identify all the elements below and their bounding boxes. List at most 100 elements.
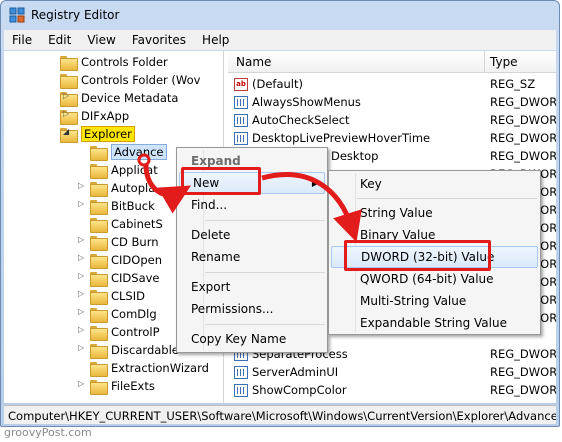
menu-separator <box>357 198 537 199</box>
binary-value-icon <box>234 131 248 145</box>
column-header-name[interactable]: Name <box>236 55 271 69</box>
menu-item-delete[interactable]: Delete <box>177 224 327 246</box>
value-name: (Default) <box>252 77 303 91</box>
menu-view[interactable]: View <box>79 33 123 47</box>
value-row[interactable]: ShowCompColor REG_DWORD <box>228 381 556 399</box>
menu-item-label: Expandable String Value <box>360 316 507 330</box>
value-name: AlwaysShowMenus <box>252 95 361 109</box>
expand-arrow-icon[interactable]: ▷ <box>78 379 84 388</box>
menu-bar: File Edit View Favorites Help <box>4 30 556 50</box>
binary-value-icon <box>234 95 248 109</box>
submenu-item-qword-value[interactable]: QWORD (64-bit) Value <box>329 268 540 290</box>
registry-editor-icon <box>9 7 25 23</box>
expand-arrow-icon[interactable]: ▷ <box>78 343 84 352</box>
tree-item-label: FileExts <box>111 379 155 393</box>
tree-item-label: CIDSave <box>111 271 160 285</box>
expand-arrow-icon[interactable]: ▷ <box>78 235 84 244</box>
folder-icon <box>60 73 78 89</box>
submenu-arrow-icon: ▶ <box>311 178 318 188</box>
expand-arrow-icon[interactable]: ▷ <box>78 181 84 190</box>
expand-arrow-icon[interactable]: ▷ <box>78 253 84 262</box>
tree-item[interactable]: ComDlg <box>90 305 157 323</box>
tree-item[interactable]: CIDOpen <box>90 251 162 269</box>
value-row[interactable]: AlwaysShowMenus REG_DWORD <box>228 93 556 111</box>
value-type: REG_DWORD <box>490 347 556 361</box>
tree-item[interactable]: FileExts <box>90 377 155 395</box>
title-bar[interactable]: Registry Editor <box>1 1 559 29</box>
submenu-item-expandable-string-value[interactable]: Expandable String Value <box>329 312 540 334</box>
value-type: REG_SZ <box>490 77 536 91</box>
tree-item-label: Autopla <box>111 181 156 195</box>
expand-arrow-icon[interactable]: ▷ <box>78 199 84 208</box>
tree-item-label: ComDlg <box>111 307 157 321</box>
tree-item[interactable]: ExtractionWizard <box>90 359 209 377</box>
collapse-arrow-icon[interactable]: ◢ <box>63 127 73 136</box>
menu-item-export[interactable]: Export <box>177 276 327 298</box>
tree-item-label: CIDOpen <box>111 253 162 267</box>
tree-item[interactable]: Controls Folder (Wov <box>60 71 200 89</box>
tree-item[interactable]: BitBuck <box>90 197 155 215</box>
menu-item-permissions[interactable]: Permissions... <box>177 298 327 320</box>
menu-item-find[interactable]: Find... <box>177 194 327 216</box>
expand-arrow-icon[interactable]: ▷ <box>63 91 73 100</box>
tree-item[interactable]: CLSID <box>90 287 145 305</box>
value-row[interactable]: DesktopLivePreviewHoverTime REG_DWORD <box>228 129 556 147</box>
window-title: Registry Editor <box>31 8 120 22</box>
tree-item-label: Explorer <box>81 126 135 142</box>
tree-item[interactable]: ControlP <box>90 323 160 341</box>
tree-item[interactable]: CabinetS <box>90 215 163 233</box>
submenu-item-string-value[interactable]: String Value <box>329 202 540 224</box>
tree-item[interactable]: CIDSave <box>90 269 160 287</box>
menu-file[interactable]: File <box>4 33 40 47</box>
value-row[interactable]: ServerAdminUI REG_DWORD <box>228 363 556 381</box>
column-header-type[interactable]: Type <box>490 55 518 69</box>
tree-item-label: Discardable <box>111 343 179 357</box>
submenu-item-key[interactable]: Key <box>329 173 540 195</box>
tree-item-label: Device Metadata <box>81 91 179 105</box>
value-type: REG_DWORD <box>490 131 556 145</box>
folder-icon <box>90 325 108 341</box>
status-bar: Computer\HKEY_CURRENT_USER\Software\Micr… <box>4 405 556 424</box>
menu-favorites[interactable]: Favorites <box>124 33 194 47</box>
tree-item[interactable]: Controls Folder <box>60 53 168 71</box>
tree-item-label: ControlP <box>111 325 160 339</box>
menu-separator <box>205 324 325 325</box>
value-type: REG_DWORD <box>490 95 556 109</box>
expand-arrow-icon[interactable]: ▷ <box>78 325 84 334</box>
binary-value-icon <box>234 113 248 127</box>
tree-item-advanced[interactable]: Advance <box>90 143 167 161</box>
value-name: DesktopLivePreviewHoverTime <box>252 131 431 145</box>
expand-arrow-icon[interactable]: ▷ <box>78 271 84 280</box>
string-value-icon: ab <box>234 77 248 91</box>
menu-item-label: Key <box>360 177 382 191</box>
tree-item-label: BitBuck <box>111 199 155 213</box>
status-path: Computer\HKEY_CURRENT_USER\Software\Micr… <box>8 409 556 423</box>
value-row[interactable]: AutoCheckSelect REG_DWORD <box>228 111 556 129</box>
folder-icon <box>90 145 108 161</box>
tree-item[interactable]: Device Metadata <box>60 89 178 107</box>
menu-edit[interactable]: Edit <box>40 33 79 47</box>
menu-item-label: Expand <box>191 154 241 168</box>
tree-item[interactable]: Applicat <box>90 161 158 179</box>
annotation-box-dword <box>344 240 491 271</box>
menu-item-rename[interactable]: Rename <box>177 246 327 268</box>
tree-item-label: Advance <box>111 144 167 160</box>
menu-help[interactable]: Help <box>194 33 237 47</box>
expand-arrow-icon[interactable]: ▷ <box>78 289 84 298</box>
folder-icon <box>90 379 108 395</box>
tree-item[interactable]: Autopla <box>90 179 155 197</box>
expand-arrow-icon[interactable]: ▷ <box>78 307 84 316</box>
value-row[interactable]: ab (Default) REG_SZ <box>228 75 556 93</box>
folder-icon <box>90 235 108 251</box>
folder-icon <box>90 253 108 269</box>
folder-icon <box>90 199 108 215</box>
menu-item-copy-key-name[interactable]: Copy Key Name <box>177 328 327 350</box>
tree-item[interactable]: Discardable <box>90 341 179 359</box>
expand-arrow-icon[interactable]: ▷ <box>63 109 73 118</box>
folder-icon <box>90 307 108 323</box>
menu-item-label: QWORD (64-bit) Value <box>360 272 494 286</box>
column-divider[interactable] <box>484 51 485 73</box>
submenu-item-multi-string-value[interactable]: Multi-String Value <box>329 290 540 312</box>
tree-item[interactable]: CD Burn <box>90 233 159 251</box>
watermark: groovyPost.com <box>4 426 92 439</box>
